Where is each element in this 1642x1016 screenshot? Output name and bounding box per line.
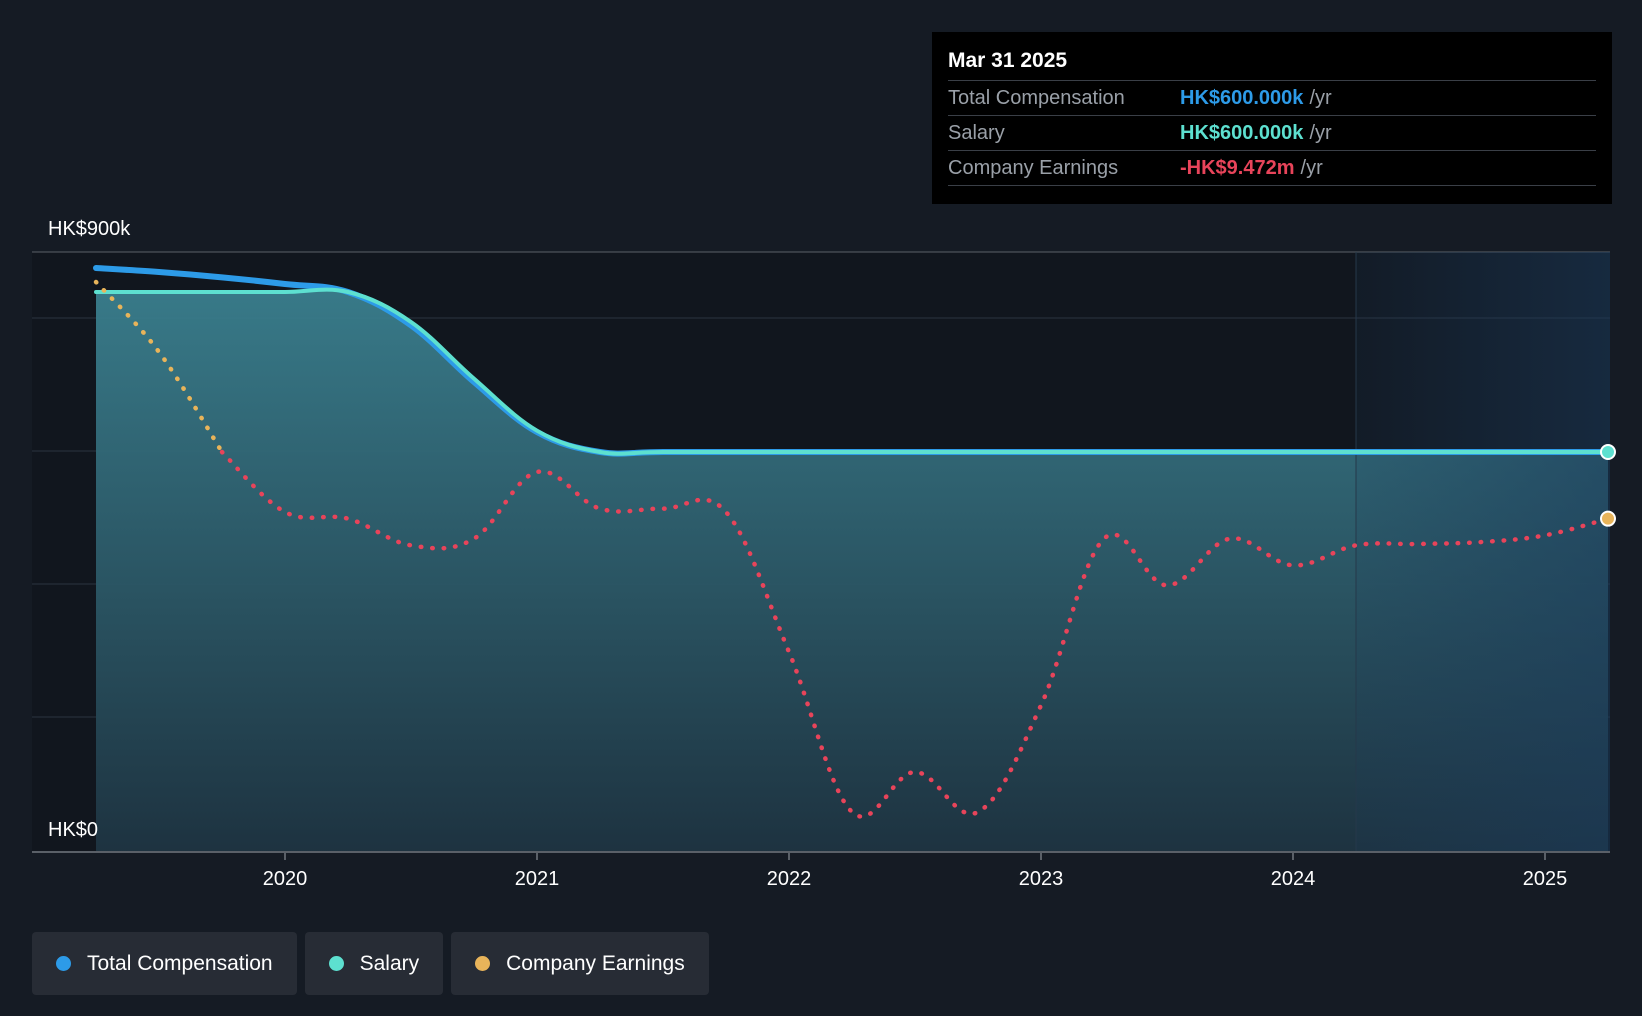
legend-dot-icon <box>56 956 71 971</box>
chart-legend: Total Compensation Salary Company Earnin… <box>32 932 709 995</box>
x-tick-label: 2025 <box>1523 868 1568 890</box>
tooltip-label: Company Earnings <box>948 156 1119 179</box>
tooltip-value: -HK$9.472m <box>1180 156 1295 179</box>
y-axis-top-label: HK$900k <box>48 218 131 240</box>
x-tick-label: 2022 <box>767 868 812 890</box>
legend-label: Company Earnings <box>506 951 685 975</box>
tooltip-unit: /yr <box>1309 121 1332 144</box>
tooltip-unit: /yr <box>1300 156 1323 179</box>
legend-item-company-earnings[interactable]: Company Earnings <box>451 932 709 995</box>
x-tick-label: 2020 <box>263 868 308 890</box>
legend-item-salary[interactable]: Salary <box>304 932 444 995</box>
tooltip-value: HK$600.000k <box>1180 121 1304 144</box>
x-tick-label: 2021 <box>515 868 560 890</box>
legend-dot-icon <box>475 956 491 971</box>
legend-label: Total Compensation <box>87 951 273 975</box>
legend-item-total-compensation[interactable]: Total Compensation <box>32 932 297 995</box>
legend-label: Salary <box>359 951 420 975</box>
tooltip-unit: /yr <box>1309 86 1332 109</box>
tooltip-value: HK$600.000k <box>1180 86 1304 109</box>
y-axis-bottom-label: HK$0 <box>48 819 98 841</box>
tooltip-panel: Mar 31 2025 Total Compensation HK$600.00… <box>932 32 1612 204</box>
tooltip-label: Salary <box>948 121 1005 144</box>
x-tick-label: 2023 <box>1019 868 1064 890</box>
tooltip-row-salary: Salary HK$600.000k /yr <box>948 115 1596 150</box>
legend-dot-icon <box>328 956 344 971</box>
forecast-region <box>1356 252 1610 852</box>
tooltip-row-total-compensation: Total Compensation HK$600.000k /yr <box>948 80 1596 115</box>
salary-end-marker <box>1600 444 1616 460</box>
tooltip-row-company-earnings: Company Earnings -HK$9.472m /yr <box>948 150 1596 186</box>
earnings-end-marker <box>1600 510 1616 527</box>
tooltip-date: Mar 31 2025 <box>948 49 1068 72</box>
x-tick-label: 2024 <box>1271 868 1316 890</box>
tooltip-label: Total Compensation <box>948 86 1125 109</box>
